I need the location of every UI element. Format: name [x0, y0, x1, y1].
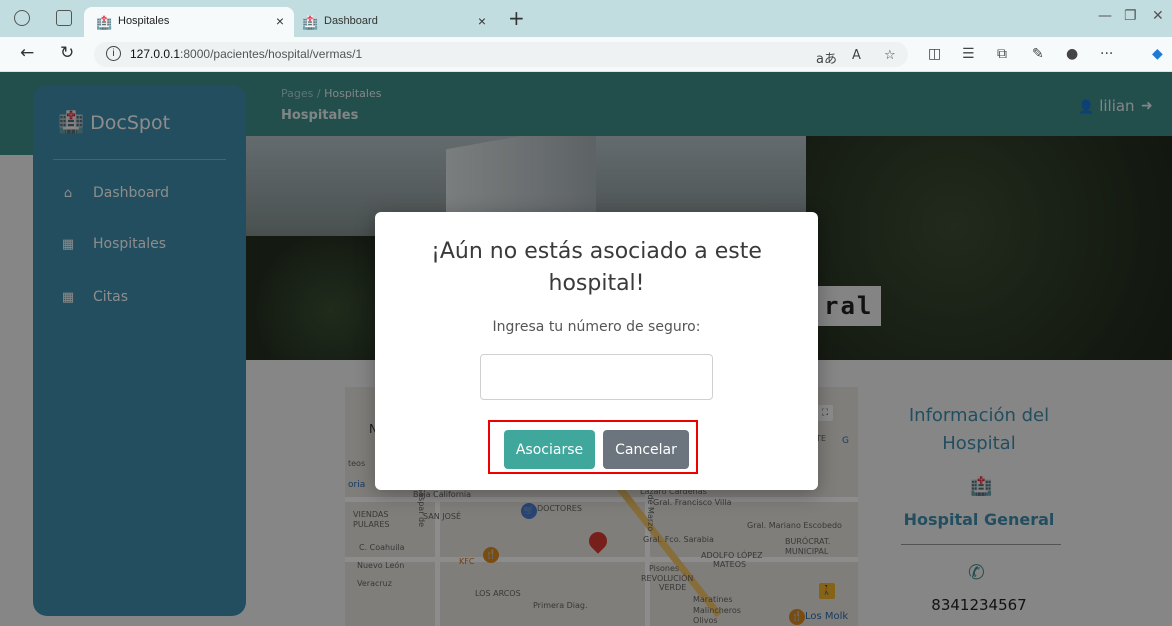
url-host: 127.0.0.1 — [130, 47, 181, 61]
workspaces-icon[interactable] — [14, 10, 30, 26]
reload-icon[interactable]: ↻ — [60, 43, 74, 63]
restore-icon[interactable]: ❐ — [1124, 8, 1137, 24]
new-tab-icon[interactable]: + — [508, 6, 525, 30]
minimize-icon[interactable]: — — [1098, 8, 1112, 24]
favorite-star-icon[interactable]: ☆ — [884, 48, 896, 63]
tab-title: Dashboard — [324, 15, 378, 27]
url-field[interactable]: i 127.0.0.1:8000/pacientes/hospital/verm… — [94, 42, 908, 67]
browser-tab-bar: 🏥 Hospitales × 🏥 Dashboard × + — ❐ ✕ — [0, 0, 1172, 37]
favorites-icon[interactable]: ☰ — [962, 46, 975, 62]
tab-actions-icon[interactable] — [56, 10, 72, 26]
insurance-number-input[interactable] — [480, 354, 713, 400]
address-bar-row: ← ↻ i 127.0.0.1:8000/pacientes/hospital/… — [0, 37, 1172, 72]
cancel-button[interactable]: Cancelar — [603, 430, 689, 469]
site-info-icon[interactable]: i — [106, 46, 121, 61]
collections-icon[interactable]: ⧉ — [997, 46, 1007, 62]
hospital-favicon-icon: 🏥 — [96, 15, 113, 30]
hospital-favicon-icon: 🏥 — [302, 15, 319, 30]
profile-icon[interactable]: ● — [1066, 46, 1078, 62]
associate-button[interactable]: Asociarse — [504, 430, 595, 469]
close-tab-icon[interactable]: × — [276, 13, 284, 29]
modal-actions: Asociarse Cancelar — [488, 420, 698, 474]
more-icon[interactable]: ··· — [1100, 46, 1113, 62]
modal-title: ¡Aún no estás asociado a este hospital! — [431, 239, 762, 296]
association-modal: ¡Aún no estás asociado a este hospital! … — [375, 212, 818, 490]
url-path: :8000/pacientes/hospital/vermas/1 — [180, 47, 363, 61]
split-screen-icon[interactable]: ◫ — [928, 46, 941, 62]
extensions-icon[interactable]: ✎ — [1032, 46, 1044, 62]
tab-dashboard[interactable]: 🏥 Dashboard × — [290, 7, 496, 37]
tab-hospitales[interactable]: 🏥 Hospitales × — [84, 7, 294, 37]
immersive-reader-icon[interactable]: A — [852, 48, 861, 63]
copilot-icon[interactable]: ◆ — [1152, 46, 1163, 62]
close-window-icon[interactable]: ✕ — [1152, 8, 1164, 24]
tab-title: Hospitales — [118, 15, 170, 27]
read-aloud-icon[interactable]: aあ — [816, 48, 837, 67]
back-icon[interactable]: ← — [20, 43, 34, 63]
app-viewport: Pages / Hospitales Hospitales 👤 lilian ➜ … — [0, 72, 1172, 626]
modal-label: Ingresa tu número de seguro: — [492, 319, 701, 335]
close-tab-icon[interactable]: × — [478, 13, 486, 29]
